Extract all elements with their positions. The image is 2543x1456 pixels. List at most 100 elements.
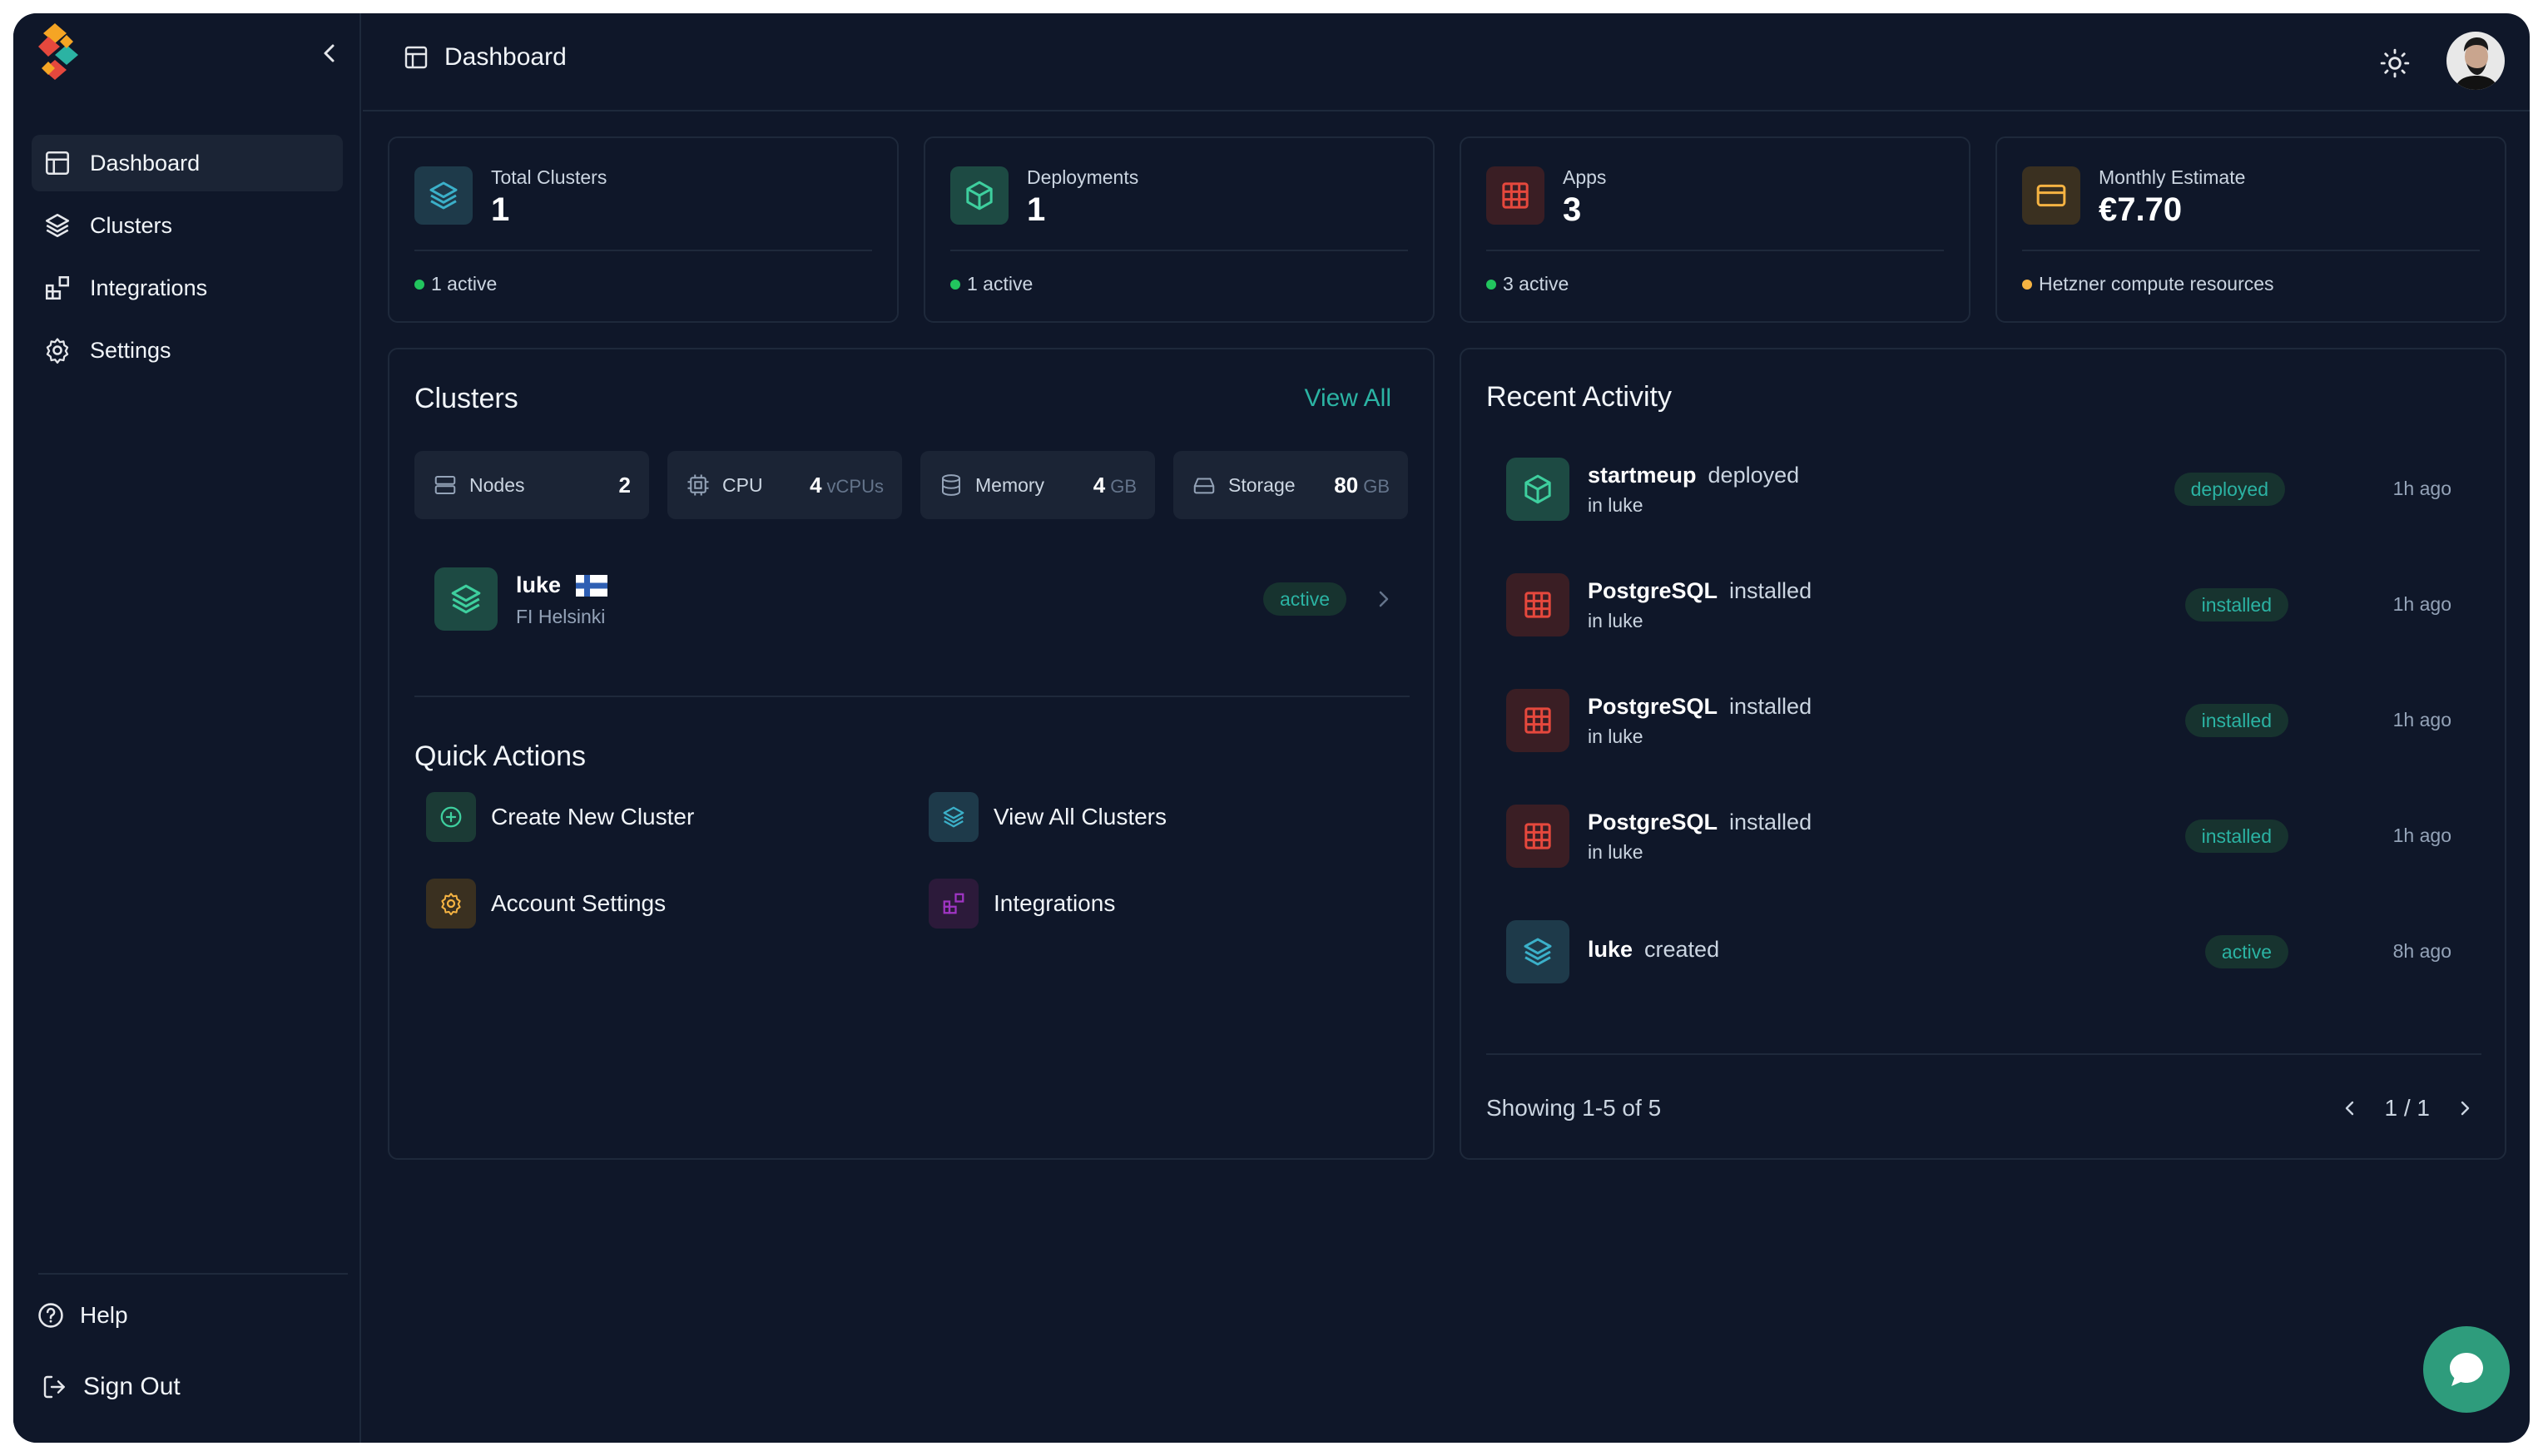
- layout-icon: [45, 151, 70, 176]
- stat-footer-text: 3 active: [1503, 273, 1569, 295]
- integrations-button[interactable]: Integrations: [929, 879, 1115, 929]
- cluster-location: FI Helsinki: [516, 606, 606, 627]
- activity-context: in luke: [1588, 726, 1643, 747]
- stat-card-monthly-estimate: Monthly Estimate €7.70 Hetzner compute r…: [1995, 136, 2506, 323]
- sidebar-item-label: Settings: [90, 337, 171, 363]
- status-dot: [2022, 279, 2032, 290]
- previous-page-button[interactable]: [2332, 1090, 2368, 1127]
- stat-label: Deployments: [1027, 166, 1139, 188]
- activity-name: PostgreSQL: [1588, 578, 1718, 603]
- top-header: Dashboard: [363, 13, 2530, 111]
- stat-footer: Hetzner compute resources: [2022, 273, 2274, 295]
- sign-out-button[interactable]: Sign Out: [42, 1373, 181, 1401]
- sidebar-item-dashboard[interactable]: Dashboard: [32, 135, 343, 191]
- stat-footer: 3 active: [1486, 273, 1569, 295]
- stat-footer-text: 1 active: [431, 273, 498, 295]
- activity-item[interactable]: PostgreSQL installed in luke installed 1h…: [1506, 572, 2451, 638]
- quick-action-label: Account Settings: [491, 890, 667, 916]
- activity-title: luke created: [1588, 937, 1719, 963]
- activity-item[interactable]: PostgreSQL installed in luke installed 1h…: [1506, 803, 2451, 869]
- metric-label: Memory: [975, 473, 1045, 496]
- chat-support-button[interactable]: [2423, 1326, 2510, 1413]
- chevron-right-icon: [2461, 1101, 2470, 1116]
- chevron-right-icon: [1379, 591, 1389, 607]
- activity-context: in luke: [1588, 494, 1643, 516]
- quick-action-label: Integrations: [994, 890, 1116, 916]
- stat-value: €7.70: [2099, 191, 2183, 228]
- status-badge: active: [1263, 582, 1347, 616]
- sidebar-item-label: Integrations: [90, 275, 208, 300]
- layers-icon: [1506, 920, 1569, 983]
- metric-nodes: Nodes 2: [414, 451, 649, 519]
- view-all-link[interactable]: View All: [1304, 384, 1391, 413]
- clusters-panel: Clusters View All Nodes 2 CPU 4 vCPUs Mem…: [388, 348, 1435, 1160]
- page-title: Dashboard: [403, 43, 567, 72]
- sidebar-item-clusters[interactable]: Clusters: [32, 197, 343, 254]
- sidebar-item-label: Dashboard: [90, 150, 201, 176]
- layers-icon: [929, 792, 979, 842]
- metric-label: CPU: [722, 473, 763, 496]
- activity-item[interactable]: luke created active 8h ago: [1506, 919, 2451, 985]
- stat-divider: [1486, 250, 1944, 251]
- database-icon: [942, 474, 960, 496]
- metric-unit: GB: [1363, 475, 1390, 497]
- cluster-row-luke[interactable]: luke FI Helsinki active: [414, 559, 1410, 639]
- layers-icon: [45, 213, 70, 238]
- quick-actions-title: Quick Actions: [414, 740, 586, 772]
- stat-card-deployments: Deployments 1 1 active: [924, 136, 1435, 323]
- cluster-name: luke: [516, 572, 608, 598]
- stat-footer-text: 1 active: [967, 273, 1034, 295]
- status-badge: installed: [2184, 820, 2288, 853]
- status-dot: [414, 279, 424, 290]
- activity-name: PostgreSQL: [1588, 810, 1718, 834]
- help-label: Help: [80, 1302, 128, 1328]
- stat-footer: 1 active: [414, 273, 497, 295]
- finland-flag-icon: [576, 574, 608, 597]
- view-all-clusters-button[interactable]: View All Clusters: [929, 792, 1167, 842]
- layers-icon: [414, 166, 473, 225]
- log-out-icon: [43, 1375, 65, 1399]
- sidebar-item-settings[interactable]: Settings: [32, 322, 343, 379]
- stat-card-apps: Apps 3 3 active: [1460, 136, 1970, 323]
- quick-action-label: View All Clusters: [994, 804, 1167, 830]
- stat-card-total-clusters: Total Clusters 1 1 active: [388, 136, 899, 323]
- metric-cpu: CPU 4 vCPUs: [667, 451, 902, 519]
- help-button[interactable]: Help: [37, 1301, 128, 1330]
- create-new-cluster-button[interactable]: Create New Cluster: [426, 792, 694, 842]
- chevron-left-icon: [2345, 1101, 2353, 1116]
- theme-toggle-button[interactable]: [2377, 45, 2413, 82]
- metric-value: 4 vCPUs: [810, 473, 884, 498]
- layout-icon: [404, 46, 428, 69]
- gear-icon: [46, 338, 69, 364]
- grid-icon: [1506, 689, 1569, 752]
- avatar[interactable]: [2446, 32, 2505, 90]
- app-logo[interactable]: [37, 22, 95, 88]
- account-settings-button[interactable]: Account Settings: [426, 879, 666, 929]
- sidebar-item-integrations[interactable]: Integrations: [32, 260, 343, 316]
- stat-divider: [414, 250, 872, 251]
- help-circle-icon: [38, 1303, 63, 1328]
- stat-footer-text: Hetzner compute resources: [2039, 273, 2274, 295]
- activity-name: startmeup: [1588, 463, 1697, 488]
- blocks-icon: [45, 275, 70, 300]
- stat-value: 1: [1027, 191, 1046, 228]
- activity-item[interactable]: PostgreSQL installed in luke installed 1h…: [1506, 687, 2451, 754]
- activity-context: in luke: [1588, 610, 1643, 631]
- activity-item[interactable]: startmeup deployed in luke deployed 1h ag…: [1506, 456, 2451, 522]
- sidebar-divider: [38, 1273, 348, 1275]
- sidebar: Dashboard Clusters Integrations Settings…: [13, 13, 361, 1443]
- collapse-sidebar-button[interactable]: [313, 37, 346, 70]
- stat-value: 1: [491, 191, 510, 228]
- status-badge: active: [2204, 935, 2288, 968]
- activity-title: PostgreSQL installed: [1588, 810, 1812, 835]
- next-page-button[interactable]: [2446, 1090, 2483, 1127]
- grid-icon: [1506, 805, 1569, 868]
- layers-icon: [434, 567, 498, 631]
- metric-memory: Memory 4 GB: [920, 451, 1155, 519]
- status-dot: [1486, 279, 1496, 290]
- recent-activity-title: Recent Activity: [1486, 381, 1672, 413]
- page-title-text: Dashboard: [444, 43, 567, 71]
- cpu-icon: [687, 474, 709, 496]
- activity-action: installed: [1729, 578, 1812, 603]
- cluster-name-text: luke: [516, 572, 562, 597]
